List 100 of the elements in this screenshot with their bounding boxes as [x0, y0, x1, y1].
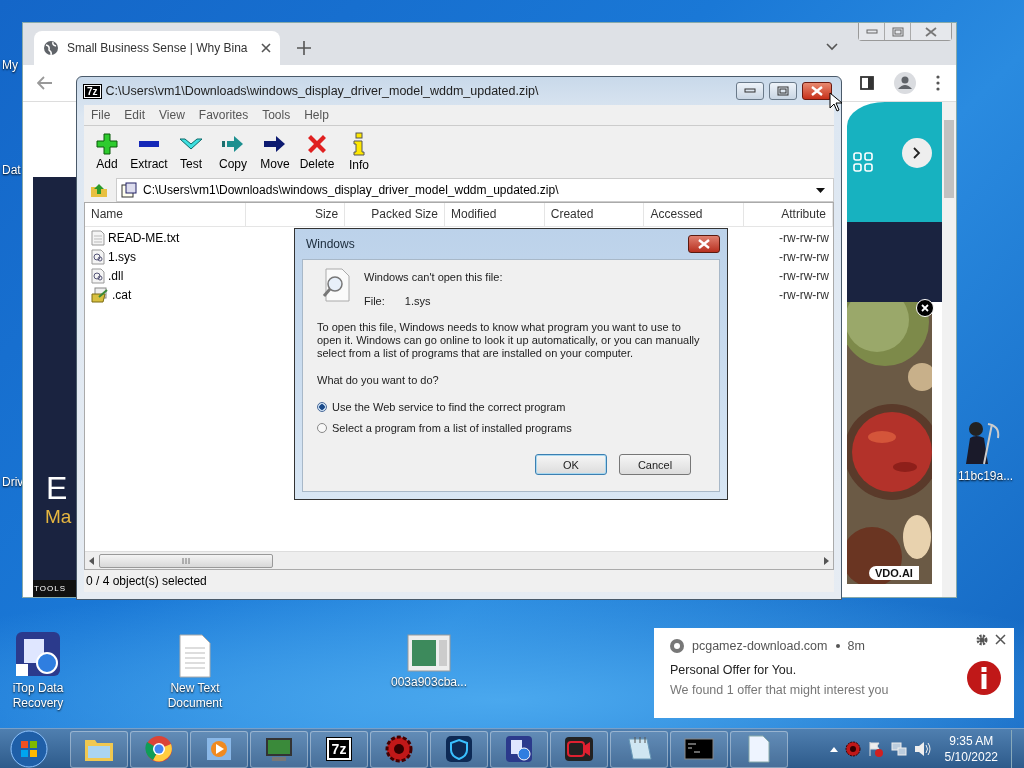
desktop-icon-label[interactable]: 11bc19a... [958, 469, 1014, 484]
gear-icon[interactable] [844, 741, 861, 757]
file-name-cell[interactable]: 1.sys [91, 248, 136, 265]
taskbar-app-button[interactable] [430, 730, 488, 768]
toolbar-button[interactable]: Test [172, 129, 210, 175]
volume-icon[interactable] [913, 741, 932, 757]
desktop-icon-label[interactable]: My [2, 58, 18, 73]
recovery-app-icon[interactable] [14, 630, 62, 678]
clock[interactable]: 9:35 AM 5/10/2022 [944, 733, 998, 765]
menu-item[interactable]: Edit [124, 108, 146, 122]
close-icon [924, 26, 938, 37]
menu-item[interactable]: Tools [262, 108, 291, 122]
column-header[interactable]: Modified [445, 203, 545, 226]
taskbar-app-button[interactable] [550, 730, 608, 768]
column-header[interactable]: Packed Size [345, 203, 445, 226]
new-tab-icon[interactable] [297, 41, 311, 55]
dialog-button[interactable]: Cancel [619, 454, 691, 475]
taskbar-app-button[interactable] [250, 730, 308, 768]
scroll-right-icon[interactable] [823, 556, 829, 565]
next-button[interactable] [902, 138, 932, 168]
browser-logo-icon [670, 639, 684, 653]
notification-card[interactable]: pcgamez-download.com 8m Personal Offer for You. We found 1 offer that might interest you [654, 628, 1014, 718]
notification-message: We found 1 offer that might interest you [670, 683, 890, 697]
toolbar-button[interactable]: Copy [214, 129, 252, 175]
toolbar-button[interactable]: Extract [130, 129, 168, 175]
file-name-cell[interactable]: .cat [91, 286, 132, 303]
horizontal-scrollbar[interactable] [85, 551, 833, 569]
radio-option[interactable]: Use the Web service to find the correct program [317, 396, 705, 417]
taskbar-app-button[interactable] [610, 730, 668, 768]
file-name-cell[interactable]: .dll [91, 267, 124, 284]
text-document-icon[interactable] [178, 634, 212, 678]
toolbar-button[interactable]: Move [256, 129, 294, 175]
maximize-button[interactable] [769, 82, 797, 100]
desktop-icon-label[interactable]: iTop Data Recovery [0, 681, 76, 711]
radio-option[interactable]: Select a program from a list of installed programs [317, 417, 705, 438]
scroll-left-icon[interactable] [89, 556, 95, 565]
monitor-icon [264, 736, 294, 762]
column-header[interactable]: Size [245, 203, 346, 226]
desktop-icon-label[interactable]: Driv [2, 475, 24, 490]
menu-icon[interactable] [936, 75, 940, 91]
scrollbar-thumb[interactable] [99, 553, 273, 568]
system-file-icon [91, 267, 105, 284]
menu-item[interactable]: Favorites [198, 108, 249, 122]
side-panel-icon[interactable] [860, 76, 874, 90]
flag-icon[interactable] [867, 741, 884, 757]
image-file-icon[interactable] [407, 634, 451, 672]
taskbar-app-button[interactable] [670, 730, 728, 768]
path-field[interactable]: C:\Users\vm1\Downloads\windows_display_driver_model_wddm_updated.zip\ [116, 178, 834, 202]
app-logo: 7z [326, 738, 352, 760]
notification-age: 8m [847, 639, 865, 653]
window-title: C:\Users\vm1\Downloads\windows_display_driver_model_wddm_updated.zip\ [105, 84, 539, 98]
terminal-icon [684, 738, 714, 760]
ad-logo: TOOLS [33, 580, 76, 597]
arrow-right-icon [221, 133, 245, 155]
menu-item[interactable]: Help [304, 108, 329, 122]
network-icon[interactable] [890, 741, 907, 757]
taskbar-app-button[interactable] [730, 730, 788, 768]
column-header[interactable]: Name [85, 203, 246, 226]
close-button[interactable] [688, 235, 720, 253]
recovery-app-icon [505, 735, 533, 763]
close-icon[interactable] [995, 634, 1006, 645]
minimize-button[interactable] [736, 82, 764, 100]
dialog-title: Windows [306, 237, 355, 251]
grid-icon[interactable] [853, 152, 873, 172]
browser-tab[interactable]: Small Business Sense | Why Bina [34, 31, 280, 65]
desktop-icon-label[interactable]: Dat [2, 163, 21, 178]
toolbar-button[interactable]: Add [88, 129, 126, 175]
taskbar-app-button[interactable]: 7z [310, 730, 368, 768]
back-arrow-icon[interactable] [37, 76, 53, 90]
dropdown-arrow-icon[interactable] [816, 187, 825, 193]
file-label: File: [364, 295, 385, 307]
settings-icon[interactable] [976, 634, 988, 646]
scrollbar[interactable] [942, 102, 956, 597]
start-button[interactable] [10, 730, 48, 768]
avatar-icon[interactable] [894, 72, 916, 94]
column-header[interactable]: Attribute [744, 203, 833, 226]
toolbar-button[interactable]: Info [340, 129, 378, 175]
taskbar-app-button[interactable] [370, 730, 428, 768]
taskbar-app-button[interactable] [490, 730, 548, 768]
menu-item[interactable]: View [159, 108, 185, 122]
dialog-button[interactable]: OK [535, 454, 607, 475]
notification-source: pcgamez-download.com [692, 639, 828, 653]
show-hidden-icons-icon[interactable] [829, 746, 838, 752]
arrow-right-icon [263, 133, 287, 155]
attributes-cell: -rw-rw-rw [779, 287, 829, 302]
file-name-cell[interactable]: READ-ME.txt [91, 229, 180, 246]
document-icon [748, 735, 770, 763]
menu-item[interactable]: File [91, 108, 111, 122]
chevron-down-icon[interactable] [826, 43, 838, 51]
separator-dot [835, 644, 840, 648]
attributes-cell: -rw-rw-rw [779, 230, 829, 245]
close-icon[interactable] [261, 43, 271, 53]
column-header[interactable]: Accessed [644, 203, 745, 226]
close-button[interactable] [802, 82, 832, 100]
column-header[interactable]: Created [544, 203, 645, 226]
ad-banner[interactable]: E Ma TOOLS [33, 177, 76, 597]
minimize-icon [744, 88, 756, 94]
chevron-right-icon [913, 147, 921, 159]
notification-title: Personal Offer for You. [670, 663, 798, 677]
toolbar-button[interactable]: Delete [298, 129, 336, 175]
